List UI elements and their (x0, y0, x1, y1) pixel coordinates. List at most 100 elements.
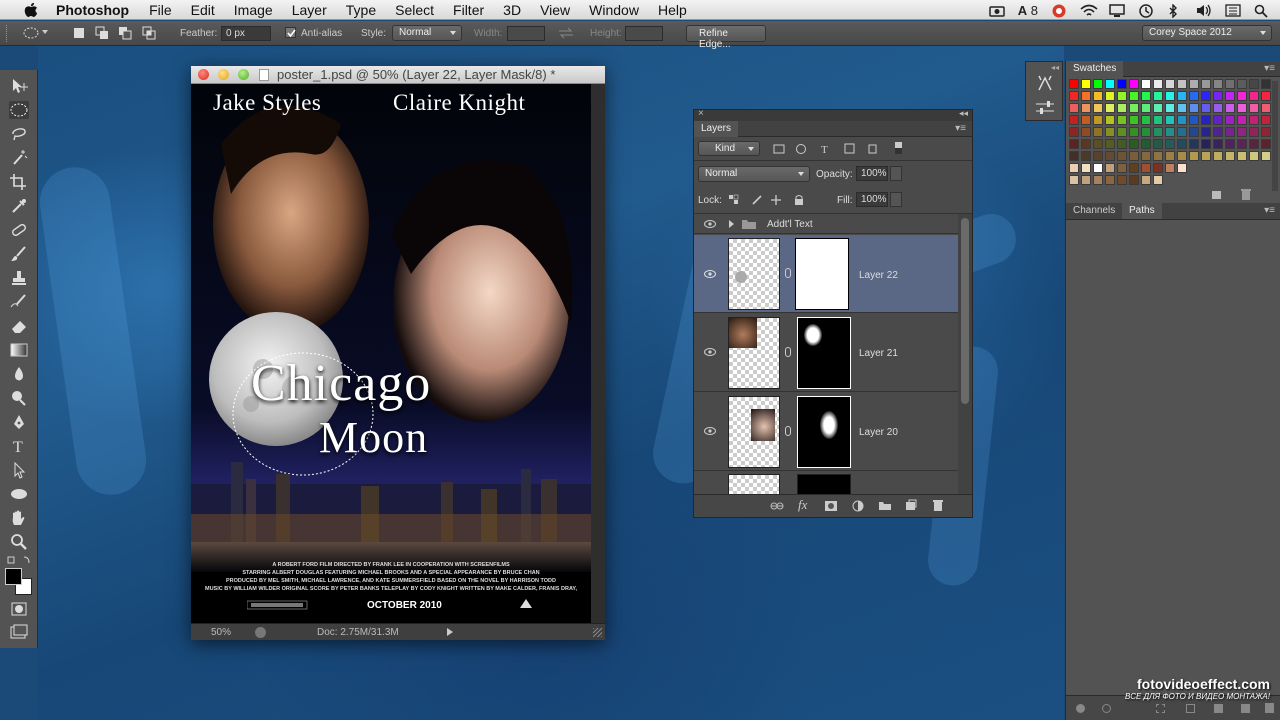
color-swatch[interactable] (1165, 91, 1175, 101)
fill-path-icon[interactable] (1076, 704, 1085, 713)
color-swatch[interactable] (1069, 151, 1079, 161)
color-swatch[interactable] (1129, 103, 1139, 113)
gradient-tool[interactable] (9, 341, 29, 359)
tab-paths[interactable]: Paths (1122, 203, 1162, 219)
color-swatch[interactable] (1165, 139, 1175, 149)
color-swatch[interactable] (1153, 139, 1163, 149)
lock-icons[interactable] (728, 194, 808, 206)
brush-tool[interactable] (9, 245, 29, 263)
color-swatch[interactable] (1261, 139, 1271, 149)
layer-row[interactable]: Layer 20 (694, 393, 958, 471)
color-swatch[interactable] (1177, 139, 1187, 149)
zoom-button[interactable] (238, 69, 249, 80)
dodge-tool[interactable] (9, 389, 29, 407)
display-icon[interactable] (1109, 3, 1125, 17)
color-swatch[interactable] (1141, 103, 1151, 113)
color-swatch[interactable] (1069, 139, 1079, 149)
swap-colors-control[interactable] (6, 555, 32, 567)
color-swatch[interactable] (1069, 103, 1079, 113)
color-swatch[interactable] (1105, 79, 1115, 89)
blend-mode-select[interactable]: Normal (698, 166, 810, 182)
color-swatch[interactable] (1165, 79, 1175, 89)
app-menu[interactable]: Photoshop (56, 2, 129, 18)
color-swatch[interactable] (1261, 103, 1271, 113)
color-swatch[interactable] (1213, 103, 1223, 113)
color-swatch[interactable] (1177, 91, 1187, 101)
color-swatch[interactable] (1141, 175, 1151, 185)
color-swatch[interactable] (1213, 79, 1223, 89)
color-swatch[interactable] (1093, 175, 1103, 185)
color-swatch[interactable] (1201, 103, 1211, 113)
color-swatch[interactable] (1105, 91, 1115, 101)
healing-tool[interactable] (9, 221, 29, 239)
color-swatch[interactable] (1105, 103, 1115, 113)
eyedropper-tool[interactable] (9, 197, 29, 215)
blur-tool[interactable] (9, 365, 29, 383)
color-swatch[interactable] (1201, 139, 1211, 149)
color-swatch[interactable] (1213, 151, 1223, 161)
crop-tool[interactable] (9, 173, 29, 191)
color-swatch[interactable] (1237, 79, 1247, 89)
color-swatch[interactable] (1189, 91, 1199, 101)
color-swatch[interactable] (1105, 151, 1115, 161)
tab-channels[interactable]: Channels (1066, 203, 1122, 219)
color-swatch[interactable] (1189, 151, 1199, 161)
swatches-scrollbar[interactable] (1272, 81, 1278, 191)
color-swatch[interactable] (1141, 139, 1151, 149)
color-swatch[interactable] (1213, 139, 1223, 149)
color-swatch[interactable] (1261, 115, 1271, 125)
panel-menu-icon[interactable]: ▾≡ (955, 123, 966, 134)
layer-mask-thumbnail[interactable] (797, 317, 851, 389)
color-swatch[interactable] (1261, 91, 1271, 101)
color-swatch[interactable] (1141, 151, 1151, 161)
color-swatch[interactable] (1069, 79, 1079, 89)
color-swatch[interactable] (1249, 103, 1259, 113)
pen-tool[interactable] (9, 413, 29, 431)
color-swatch[interactable] (1177, 127, 1187, 137)
ellipse-tool[interactable] (9, 485, 29, 503)
color-swatch[interactable] (1261, 127, 1271, 137)
menu-layer[interactable]: Layer (292, 2, 327, 18)
type-tool[interactable]: T (9, 437, 29, 456)
poster-canvas[interactable]: Jake Styles Claire Knight Chicago Moon A… (191, 84, 591, 623)
color-swatch[interactable] (1237, 91, 1247, 101)
color-swatch[interactable] (1237, 139, 1247, 149)
menu-view[interactable]: View (540, 2, 570, 18)
color-swatch[interactable] (1069, 163, 1079, 173)
color-swatch[interactable] (1177, 115, 1187, 125)
layer-thumbnail[interactable] (728, 317, 780, 389)
color-swatch[interactable] (1117, 163, 1127, 173)
color-swatch[interactable] (1165, 115, 1175, 125)
wifi-icon[interactable] (1080, 4, 1098, 17)
color-swatch[interactable] (1093, 151, 1103, 161)
color-swatch[interactable] (1117, 175, 1127, 185)
path-selection-tool[interactable] (9, 461, 29, 479)
new-layer-icon[interactable] (905, 499, 917, 511)
color-swatch[interactable] (1189, 139, 1199, 149)
color-swatch[interactable] (1129, 91, 1139, 101)
time-machine-icon[interactable] (1138, 3, 1154, 18)
new-swatch-icon[interactable] (1211, 189, 1223, 200)
width-input[interactable] (507, 26, 545, 41)
expand-group-icon[interactable] (729, 220, 734, 228)
color-swatch[interactable] (1153, 79, 1163, 89)
color-swatch[interactable] (1129, 115, 1139, 125)
add-selection-icon[interactable] (95, 26, 109, 40)
color-swatch[interactable] (1189, 115, 1199, 125)
color-swatch[interactable] (1093, 127, 1103, 137)
layer-row-selected[interactable]: Layer 22 (694, 235, 958, 313)
color-swatch[interactable] (1153, 163, 1163, 173)
color-swatch[interactable] (1213, 115, 1223, 125)
color-swatch[interactable] (1249, 79, 1259, 89)
color-swatch[interactable] (1249, 127, 1259, 137)
layer-mask-thumbnail[interactable] (797, 474, 851, 494)
color-swatch[interactable] (1213, 91, 1223, 101)
menu-filter[interactable]: Filter (453, 2, 484, 18)
volume-icon[interactable] (1196, 4, 1212, 17)
color-swatch[interactable] (1141, 127, 1151, 137)
color-swatch[interactable] (1165, 163, 1175, 173)
color-swatch[interactable] (1201, 79, 1211, 89)
color-swatch[interactable] (1093, 91, 1103, 101)
stroke-path-icon[interactable] (1102, 704, 1111, 713)
layer-mask-thumbnail[interactable] (797, 396, 851, 468)
